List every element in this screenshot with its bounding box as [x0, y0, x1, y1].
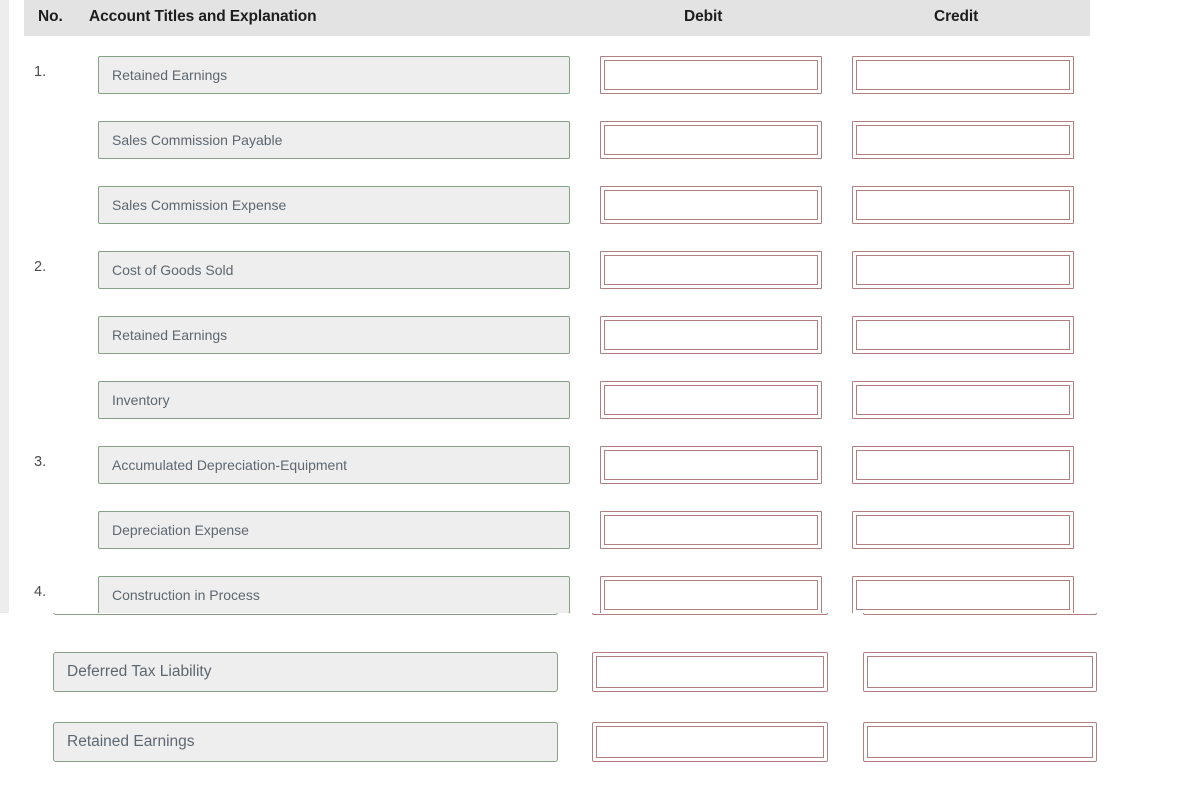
table-row: Retained Earnings: [0, 316, 1100, 354]
account-title-select[interactable]: Retained Earnings: [98, 316, 570, 354]
debit-input[interactable]: [600, 316, 822, 354]
clipped-account-box-stub: [53, 613, 558, 615]
account-title-select[interactable]: Cost of Goods Sold: [98, 251, 570, 289]
table-row: Retained Earnings: [0, 722, 1200, 762]
table-row: Deferred Tax Liability: [0, 652, 1200, 692]
account-title-placeholder: Retained Earnings: [67, 733, 195, 750]
column-header-credit: Credit: [934, 8, 979, 25]
account-title-select[interactable]: Sales Commission Payable: [98, 121, 570, 159]
credit-input-inner: [856, 450, 1070, 480]
row-number: 2.: [34, 259, 47, 275]
journal-entry-table: No. Account Titles and Explanation Debit…: [0, 0, 1100, 618]
debit-input[interactable]: [600, 511, 822, 549]
debit-input-inner: [604, 450, 818, 480]
account-title-select[interactable]: Retained Earnings: [98, 56, 570, 94]
debit-input-inner: [604, 580, 818, 610]
debit-input[interactable]: [600, 251, 822, 289]
credit-input-inner: [867, 656, 1093, 688]
table-row: Sales Commission Expense: [0, 186, 1100, 224]
account-title-select[interactable]: Inventory: [98, 381, 570, 419]
account-title-select[interactable]: Depreciation Expense: [98, 511, 570, 549]
table-row: Sales Commission Payable: [0, 121, 1100, 159]
table-row: 3. Accumulated Depreciation-Equipment: [0, 446, 1100, 484]
credit-input[interactable]: [852, 316, 1074, 354]
credit-input-inner: [856, 320, 1070, 350]
debit-input[interactable]: [592, 652, 828, 692]
credit-input-inner: [856, 125, 1070, 155]
credit-input[interactable]: [852, 576, 1074, 614]
account-title-placeholder: Sales Commission Expense: [112, 197, 287, 213]
credit-input-inner: [856, 580, 1070, 610]
table-row: 4. Construction in Process: [0, 576, 1100, 614]
account-title-select[interactable]: Retained Earnings: [53, 722, 558, 762]
debit-input-inner: [604, 320, 818, 350]
account-title-select[interactable]: Sales Commission Expense: [98, 186, 570, 224]
table-row: 2. Cost of Goods Sold: [0, 251, 1100, 289]
row-number: 3.: [34, 454, 47, 470]
credit-input[interactable]: [852, 121, 1074, 159]
account-title-placeholder: Inventory: [112, 392, 170, 408]
credit-input-inner: [856, 385, 1070, 415]
debit-input-inner: [604, 255, 818, 285]
credit-input[interactable]: [852, 186, 1074, 224]
journal-entry-overlay: Deferred Tax Liability Retained Earnings: [0, 613, 1200, 791]
credit-input[interactable]: [852, 251, 1074, 289]
debit-input-inner: [596, 726, 824, 758]
column-header-debit: Debit: [684, 8, 723, 25]
credit-input[interactable]: [852, 446, 1074, 484]
debit-input[interactable]: [600, 121, 822, 159]
table-row: Depreciation Expense: [0, 511, 1100, 549]
debit-input-inner: [604, 385, 818, 415]
column-header-no: No.: [38, 8, 63, 25]
credit-input-inner: [856, 515, 1070, 545]
debit-input-inner: [604, 190, 818, 220]
table-header-row: No. Account Titles and Explanation Debit…: [24, 0, 1090, 36]
clipped-credit-box-stub: [863, 613, 1097, 615]
account-title-placeholder: Cost of Goods Sold: [112, 262, 234, 278]
account-title-placeholder: Accumulated Depreciation-Equipment: [112, 457, 348, 473]
debit-input-inner: [596, 656, 824, 688]
row-number: 4.: [34, 584, 47, 600]
credit-input[interactable]: [863, 722, 1097, 762]
debit-input[interactable]: [600, 56, 822, 94]
account-title-select[interactable]: Construction in Process: [98, 576, 570, 614]
debit-input[interactable]: [600, 446, 822, 484]
account-title-placeholder: Retained Earnings: [112, 67, 228, 83]
debit-input[interactable]: [592, 722, 828, 762]
debit-input[interactable]: [600, 381, 822, 419]
credit-input-inner: [856, 60, 1070, 90]
account-title-placeholder: Retained Earnings: [112, 327, 228, 343]
account-title-select[interactable]: Deferred Tax Liability: [53, 652, 558, 692]
credit-input-inner: [856, 255, 1070, 285]
table-row: Inventory: [0, 381, 1100, 419]
page-right-margin: [1100, 0, 1200, 613]
account-title-placeholder: Sales Commission Payable: [112, 132, 283, 148]
account-title-select[interactable]: Accumulated Depreciation-Equipment: [98, 446, 570, 484]
credit-input-inner: [856, 190, 1070, 220]
row-number: 1.: [34, 64, 47, 80]
debit-input[interactable]: [600, 576, 822, 614]
credit-input[interactable]: [863, 652, 1097, 692]
column-header-account: Account Titles and Explanation: [89, 8, 317, 25]
credit-input[interactable]: [852, 56, 1074, 94]
debit-input[interactable]: [600, 186, 822, 224]
debit-input-inner: [604, 125, 818, 155]
account-title-placeholder: Construction in Process: [112, 587, 260, 603]
clipped-debit-box-stub: [592, 613, 828, 615]
debit-input-inner: [604, 60, 818, 90]
debit-input-inner: [604, 515, 818, 545]
credit-input[interactable]: [852, 511, 1074, 549]
account-title-placeholder: Depreciation Expense: [112, 522, 249, 538]
account-title-placeholder: Deferred Tax Liability: [67, 663, 212, 680]
table-row: 1. Retained Earnings: [0, 56, 1100, 94]
credit-input-inner: [867, 726, 1093, 758]
credit-input[interactable]: [852, 381, 1074, 419]
